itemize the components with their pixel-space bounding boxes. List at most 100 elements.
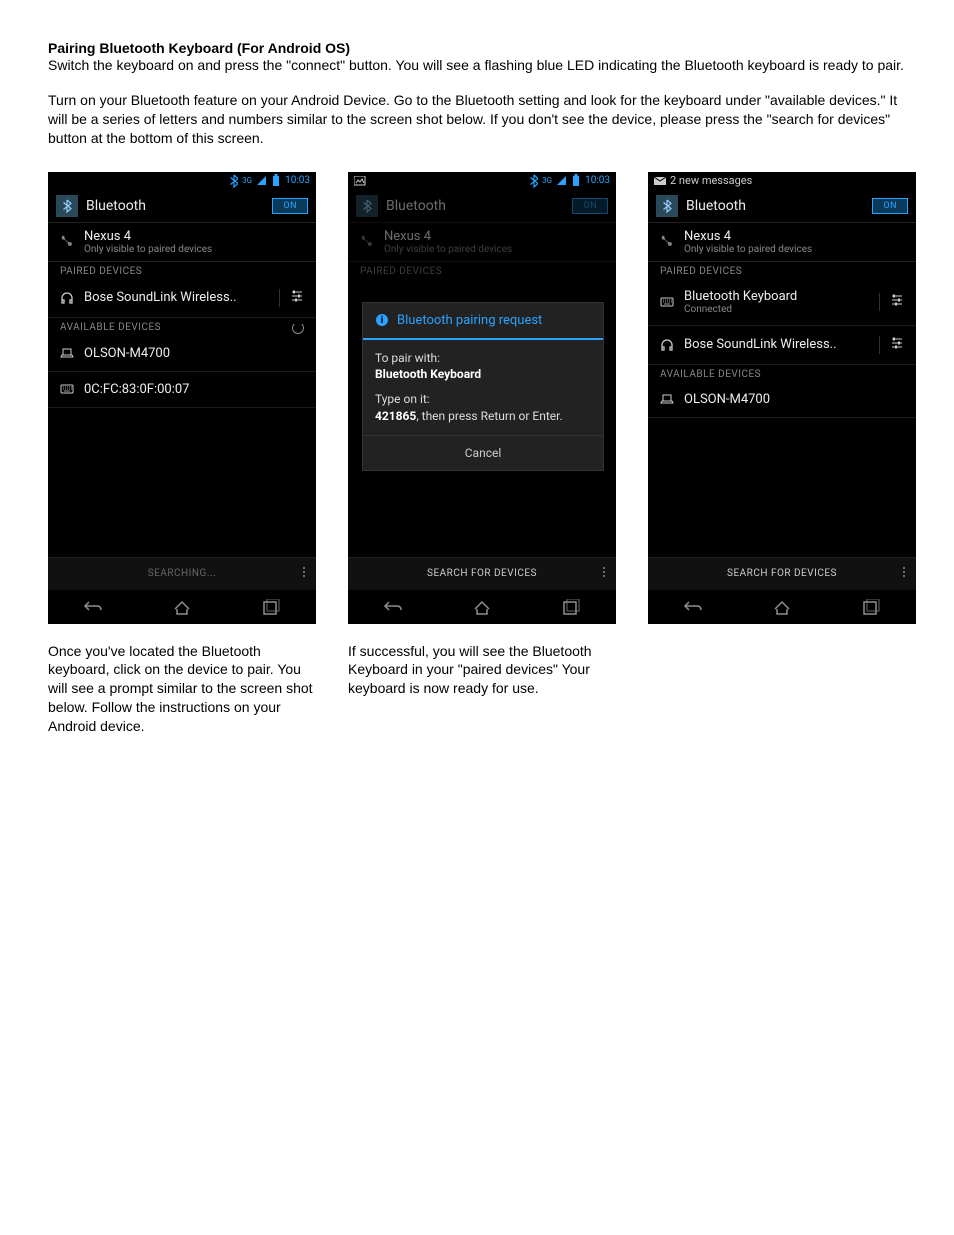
network-3g-icon: 3G xyxy=(542,176,552,185)
keyboard-icon xyxy=(660,295,674,309)
search-devices-button[interactable]: SEARCH FOR DEVICES xyxy=(648,557,916,590)
clock: 10:03 xyxy=(585,175,610,186)
screen-title: Bluetooth xyxy=(86,198,272,214)
nav-home-icon[interactable] xyxy=(172,599,192,615)
device-label: OLSON-M4700 xyxy=(684,392,904,407)
my-device-sub: Only visible to paired devices xyxy=(684,244,812,255)
available-device-row[interactable]: OLSON-M4700 xyxy=(648,382,916,418)
status-bar: 3G 10:03 xyxy=(348,172,616,190)
title-bar: Bluetooth ON xyxy=(48,190,316,223)
searching-label: SEARCHING... xyxy=(148,568,217,579)
caption-2: If successful, you will see the Bluetoot… xyxy=(348,642,616,699)
signal-icon xyxy=(556,175,567,186)
search-label: SEARCH FOR DEVICES xyxy=(427,568,537,579)
overflow-menu-icon[interactable] xyxy=(902,566,906,581)
screenshots-row: 3G 10:03 Bluetooth ON Nexus 4 Only visib… xyxy=(48,172,906,736)
headphones-icon xyxy=(60,291,74,305)
screen-title: Bluetooth xyxy=(386,198,572,214)
screenshot-3: 2 new messages Bluetooth ON Nexus 4 Only… xyxy=(648,172,916,624)
my-device-name: Nexus 4 xyxy=(684,229,812,244)
paired-header: PAIRED DEVICES xyxy=(648,262,916,279)
nav-recent-icon[interactable] xyxy=(561,599,581,615)
picture-status-icon xyxy=(354,176,366,186)
status-bar: 2 new messages xyxy=(648,172,916,190)
intro-para-1: Switch the keyboard on and press the "co… xyxy=(48,56,906,75)
keyboard-icon xyxy=(60,382,74,396)
nav-recent-icon[interactable] xyxy=(261,599,281,615)
device-status: Connected xyxy=(684,304,879,315)
paired-device-row[interactable]: Bose SoundLink Wireless.. xyxy=(48,279,316,318)
device-label: Bluetooth Keyboard Connected xyxy=(684,289,879,315)
clock: 10:03 xyxy=(285,175,310,186)
available-header-label: AVAILABLE DEVICES xyxy=(660,369,761,380)
pair-with-device: Bluetooth Keyboard xyxy=(375,367,481,381)
phone-icon xyxy=(60,235,74,249)
available-device-row[interactable]: 0C:FC:83:0F:00:07 xyxy=(48,372,316,408)
available-device-row[interactable]: OLSON-M4700 xyxy=(48,336,316,372)
device-name: Bluetooth Keyboard xyxy=(684,289,797,304)
device-label: OLSON-M4700 xyxy=(84,346,304,361)
battery-icon xyxy=(271,174,281,187)
title-bar: Bluetooth ON xyxy=(648,190,916,223)
pairing-dialog-wrapper: Bluetooth pairing request To pair with: … xyxy=(362,302,602,471)
pair-with-label: To pair with: xyxy=(375,350,591,367)
my-device-row: Nexus 4 Only visible to paired devices xyxy=(348,223,616,262)
laptop-icon xyxy=(660,392,674,406)
nav-home-icon[interactable] xyxy=(772,599,792,615)
status-bar: 3G 10:03 xyxy=(48,172,316,190)
search-devices-button[interactable]: SEARCH FOR DEVICES xyxy=(348,557,616,590)
bluetooth-app-icon xyxy=(56,195,78,217)
device-settings-icon[interactable] xyxy=(879,293,904,311)
heading-text: Pairing Bluetooth Keyboard (For Android … xyxy=(48,40,350,56)
bluetooth-toggle[interactable]: ON xyxy=(872,198,908,214)
screenshot-1: 3G 10:03 Bluetooth ON Nexus 4 Only visib… xyxy=(48,172,316,624)
laptop-icon xyxy=(60,346,74,360)
available-header: AVAILABLE DEVICES xyxy=(648,365,916,382)
dialog-header: Bluetooth pairing request xyxy=(363,303,603,340)
mail-status-icon xyxy=(654,176,666,186)
my-device-row[interactable]: Nexus 4 Only visible to paired devices xyxy=(648,223,916,262)
nav-back-icon[interactable] xyxy=(683,600,703,614)
paired-device-row[interactable]: Bose SoundLink Wireless.. xyxy=(648,326,916,365)
type-on-label: Type on it: xyxy=(375,391,591,408)
my-device-name: Nexus 4 xyxy=(384,229,512,244)
my-device-row[interactable]: Nexus 4 Only visible to paired devices xyxy=(48,223,316,262)
screenshot-2: 3G 10:03 Bluetooth ON Nexus 4 Only visib… xyxy=(348,172,616,624)
device-settings-icon[interactable] xyxy=(279,289,304,307)
my-device-name: Nexus 4 xyxy=(84,229,212,244)
available-header: AVAILABLE DEVICES xyxy=(48,318,316,336)
nav-bar xyxy=(648,590,916,624)
page-title: Pairing Bluetooth Keyboard (For Android … xyxy=(48,40,906,56)
pairing-dialog: Bluetooth pairing request To pair with: … xyxy=(362,302,604,471)
phone-icon xyxy=(360,235,374,249)
nav-home-icon[interactable] xyxy=(472,599,492,615)
device-settings-icon[interactable] xyxy=(879,336,904,354)
pairing-pin: 421865 xyxy=(375,409,416,423)
nav-back-icon[interactable] xyxy=(383,600,403,614)
pin-suffix: , then press Return or Enter. xyxy=(416,409,562,423)
paired-header: PAIRED DEVICES xyxy=(348,262,616,279)
paired-header-label: PAIRED DEVICES xyxy=(660,266,742,277)
paired-device-row[interactable]: Bluetooth Keyboard Connected xyxy=(648,279,916,326)
cancel-button[interactable]: Cancel xyxy=(363,435,603,470)
bluetooth-app-icon xyxy=(356,195,378,217)
bluetooth-status-icon xyxy=(228,174,238,188)
search-label: SEARCH FOR DEVICES xyxy=(727,568,837,579)
overflow-menu-icon[interactable] xyxy=(602,566,606,581)
notification-text: 2 new messages xyxy=(670,174,752,187)
overflow-menu-icon[interactable] xyxy=(302,566,306,581)
phone-icon xyxy=(660,235,674,249)
dialog-title: Bluetooth pairing request xyxy=(397,313,542,328)
paired-header: PAIRED DEVICES xyxy=(48,262,316,279)
nav-recent-icon[interactable] xyxy=(861,599,881,615)
bluetooth-app-icon xyxy=(656,195,678,217)
device-label: 0C:FC:83:0F:00:07 xyxy=(84,382,304,397)
device-label: Bose SoundLink Wireless.. xyxy=(684,337,879,352)
intro-para-2: Turn on your Bluetooth feature on your A… xyxy=(48,91,906,148)
nav-back-icon[interactable] xyxy=(83,600,103,614)
paired-header-label: PAIRED DEVICES xyxy=(360,266,442,277)
nav-bar xyxy=(348,590,616,624)
bluetooth-toggle[interactable]: ON xyxy=(272,198,308,214)
nav-bar xyxy=(48,590,316,624)
my-device-sub: Only visible to paired devices xyxy=(84,244,212,255)
